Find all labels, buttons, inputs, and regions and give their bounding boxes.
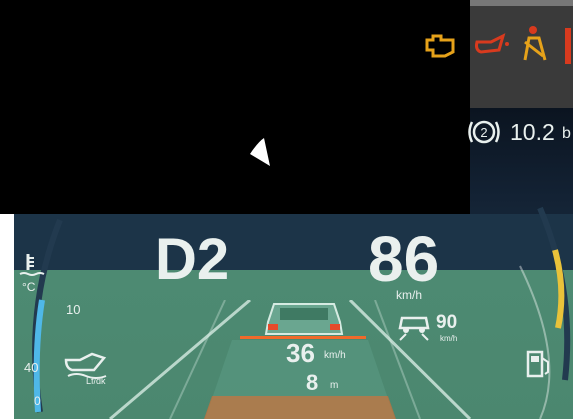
coolant-temperature-icon [19,254,45,276]
acc-distance-value: 8 [306,370,319,395]
airbag-warning-icon [565,28,571,64]
speed-value: 86 [368,223,440,295]
speed-limit-value: 90 [436,312,458,333]
engine-warning-icon [425,34,455,58]
fuel-pump-icon [526,350,549,378]
range-unit: b [562,125,571,142]
acc-distance-band [204,396,396,419]
acc-distance-unit: m [330,380,339,391]
parking-brake-label: 2 [480,125,487,140]
instrument-cluster-screen: 2 10.2 b °C 10 40 0 Lf/dk D2 86 km/h 36 … [0,0,573,419]
parking-brake-icon: 2 [467,118,503,146]
gear-indicator: D2 [155,227,230,292]
speed-limit-unit: km/h [440,334,458,343]
oil-pressure-icon [475,33,509,54]
acc-set-speed: 36 [286,338,315,368]
car-ahead-icon [264,303,344,335]
acc-set-speed-unit: km/h [324,350,346,361]
lane-assist-icon [398,316,430,341]
top-warnings-row [425,26,571,64]
range-value: 10.2 [510,119,555,145]
temperature-unit: °C [22,280,36,294]
seatbelt-warning-icon [523,26,547,61]
